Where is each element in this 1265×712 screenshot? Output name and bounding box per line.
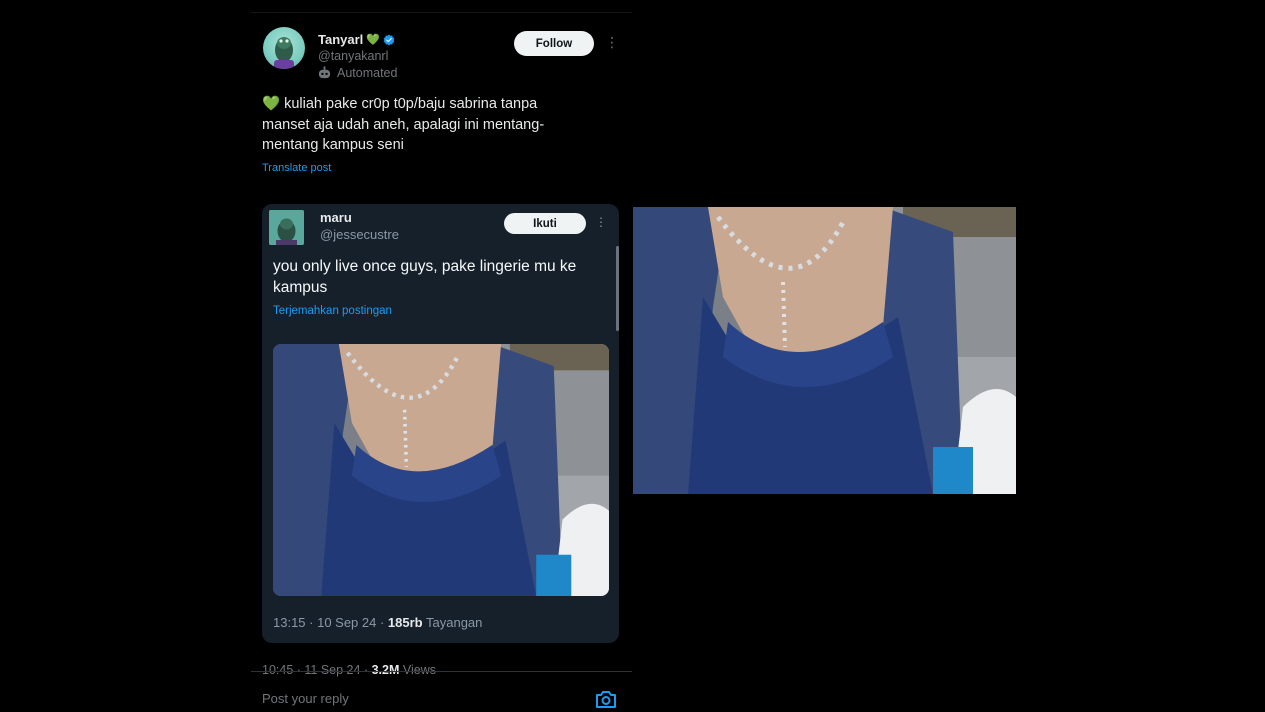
quoted-post-text: you only live once guys, pake lingerie m… (273, 258, 577, 296)
green-heart-icon: 💚 (366, 34, 380, 46)
reply-divider (251, 671, 632, 672)
lingerie-photo-image (273, 344, 609, 596)
author-handle[interactable]: @tanyakanrl (318, 49, 388, 63)
enlarged-photo[interactable] (633, 207, 1016, 494)
author-avatar[interactable] (263, 27, 305, 69)
post-meta: 10:45 · 11 Sep 24 · 3.2M Views (262, 663, 436, 677)
quoted-views-count: 185rb (387, 615, 423, 630)
post-text: 💚 kuliah pake cr0p t0p/baju sabrina tanp… (262, 94, 582, 156)
green-heart-emoji: 💚 (262, 96, 281, 112)
post-views-label: Views (399, 663, 436, 677)
reply-input[interactable]: Post your reply (262, 691, 349, 706)
post-timestamp[interactable]: 10:45 · 11 Sep 24 · (262, 663, 372, 677)
quoted-views-label: Tayangan (422, 615, 483, 630)
post-views-count: 3.2M (371, 663, 400, 677)
quoted-post-photo[interactable] (273, 344, 609, 596)
quoted-post-card[interactable]: maru @jessecustre Ikuti ⋮ you only live … (262, 204, 619, 643)
avatar-frog-illustration (274, 37, 294, 69)
quoted-author-handle[interactable]: @jessecustre (320, 227, 399, 242)
author-name[interactable]: Tanyarl 💚 (318, 32, 395, 47)
avatar-frog-illustration (269, 210, 304, 245)
quoted-translate-link[interactable]: Terjemahkan postingan (273, 305, 392, 317)
quoted-author-avatar[interactable] (269, 210, 304, 245)
quoted-post-meta: 13:15 · 10 Sep 24 · 185rb Tayangan (273, 615, 482, 630)
more-options-icon[interactable]: ⋮ (605, 35, 619, 49)
quoted-timestamp[interactable]: 13:15 · 10 Sep 24 · (273, 615, 388, 630)
lingerie-photo-image (633, 207, 1016, 494)
robot-icon (318, 66, 331, 79)
translate-post-link[interactable]: Translate post (262, 162, 331, 174)
automated-label: Automated (317, 66, 397, 80)
quoted-author-name[interactable]: maru (320, 210, 352, 225)
verified-badge-icon (383, 34, 395, 45)
quoted-more-options-icon[interactable]: ⋮ (595, 216, 607, 228)
quoted-scrollbar[interactable] (616, 246, 619, 331)
camera-icon[interactable] (595, 689, 617, 709)
author-name-text: Tanyarl (318, 32, 364, 47)
post-text-body: kuliah pake cr0p t0p/baju sabrina tanpa … (262, 96, 545, 153)
automated-text: Automated (337, 66, 398, 80)
follow-button[interactable]: Follow (514, 31, 594, 56)
tweet-detail-column: Tanyarl 💚 @tanyakanrl Automated Follow ⋮… (251, 12, 632, 712)
quoted-follow-button[interactable]: Ikuti (504, 213, 586, 234)
